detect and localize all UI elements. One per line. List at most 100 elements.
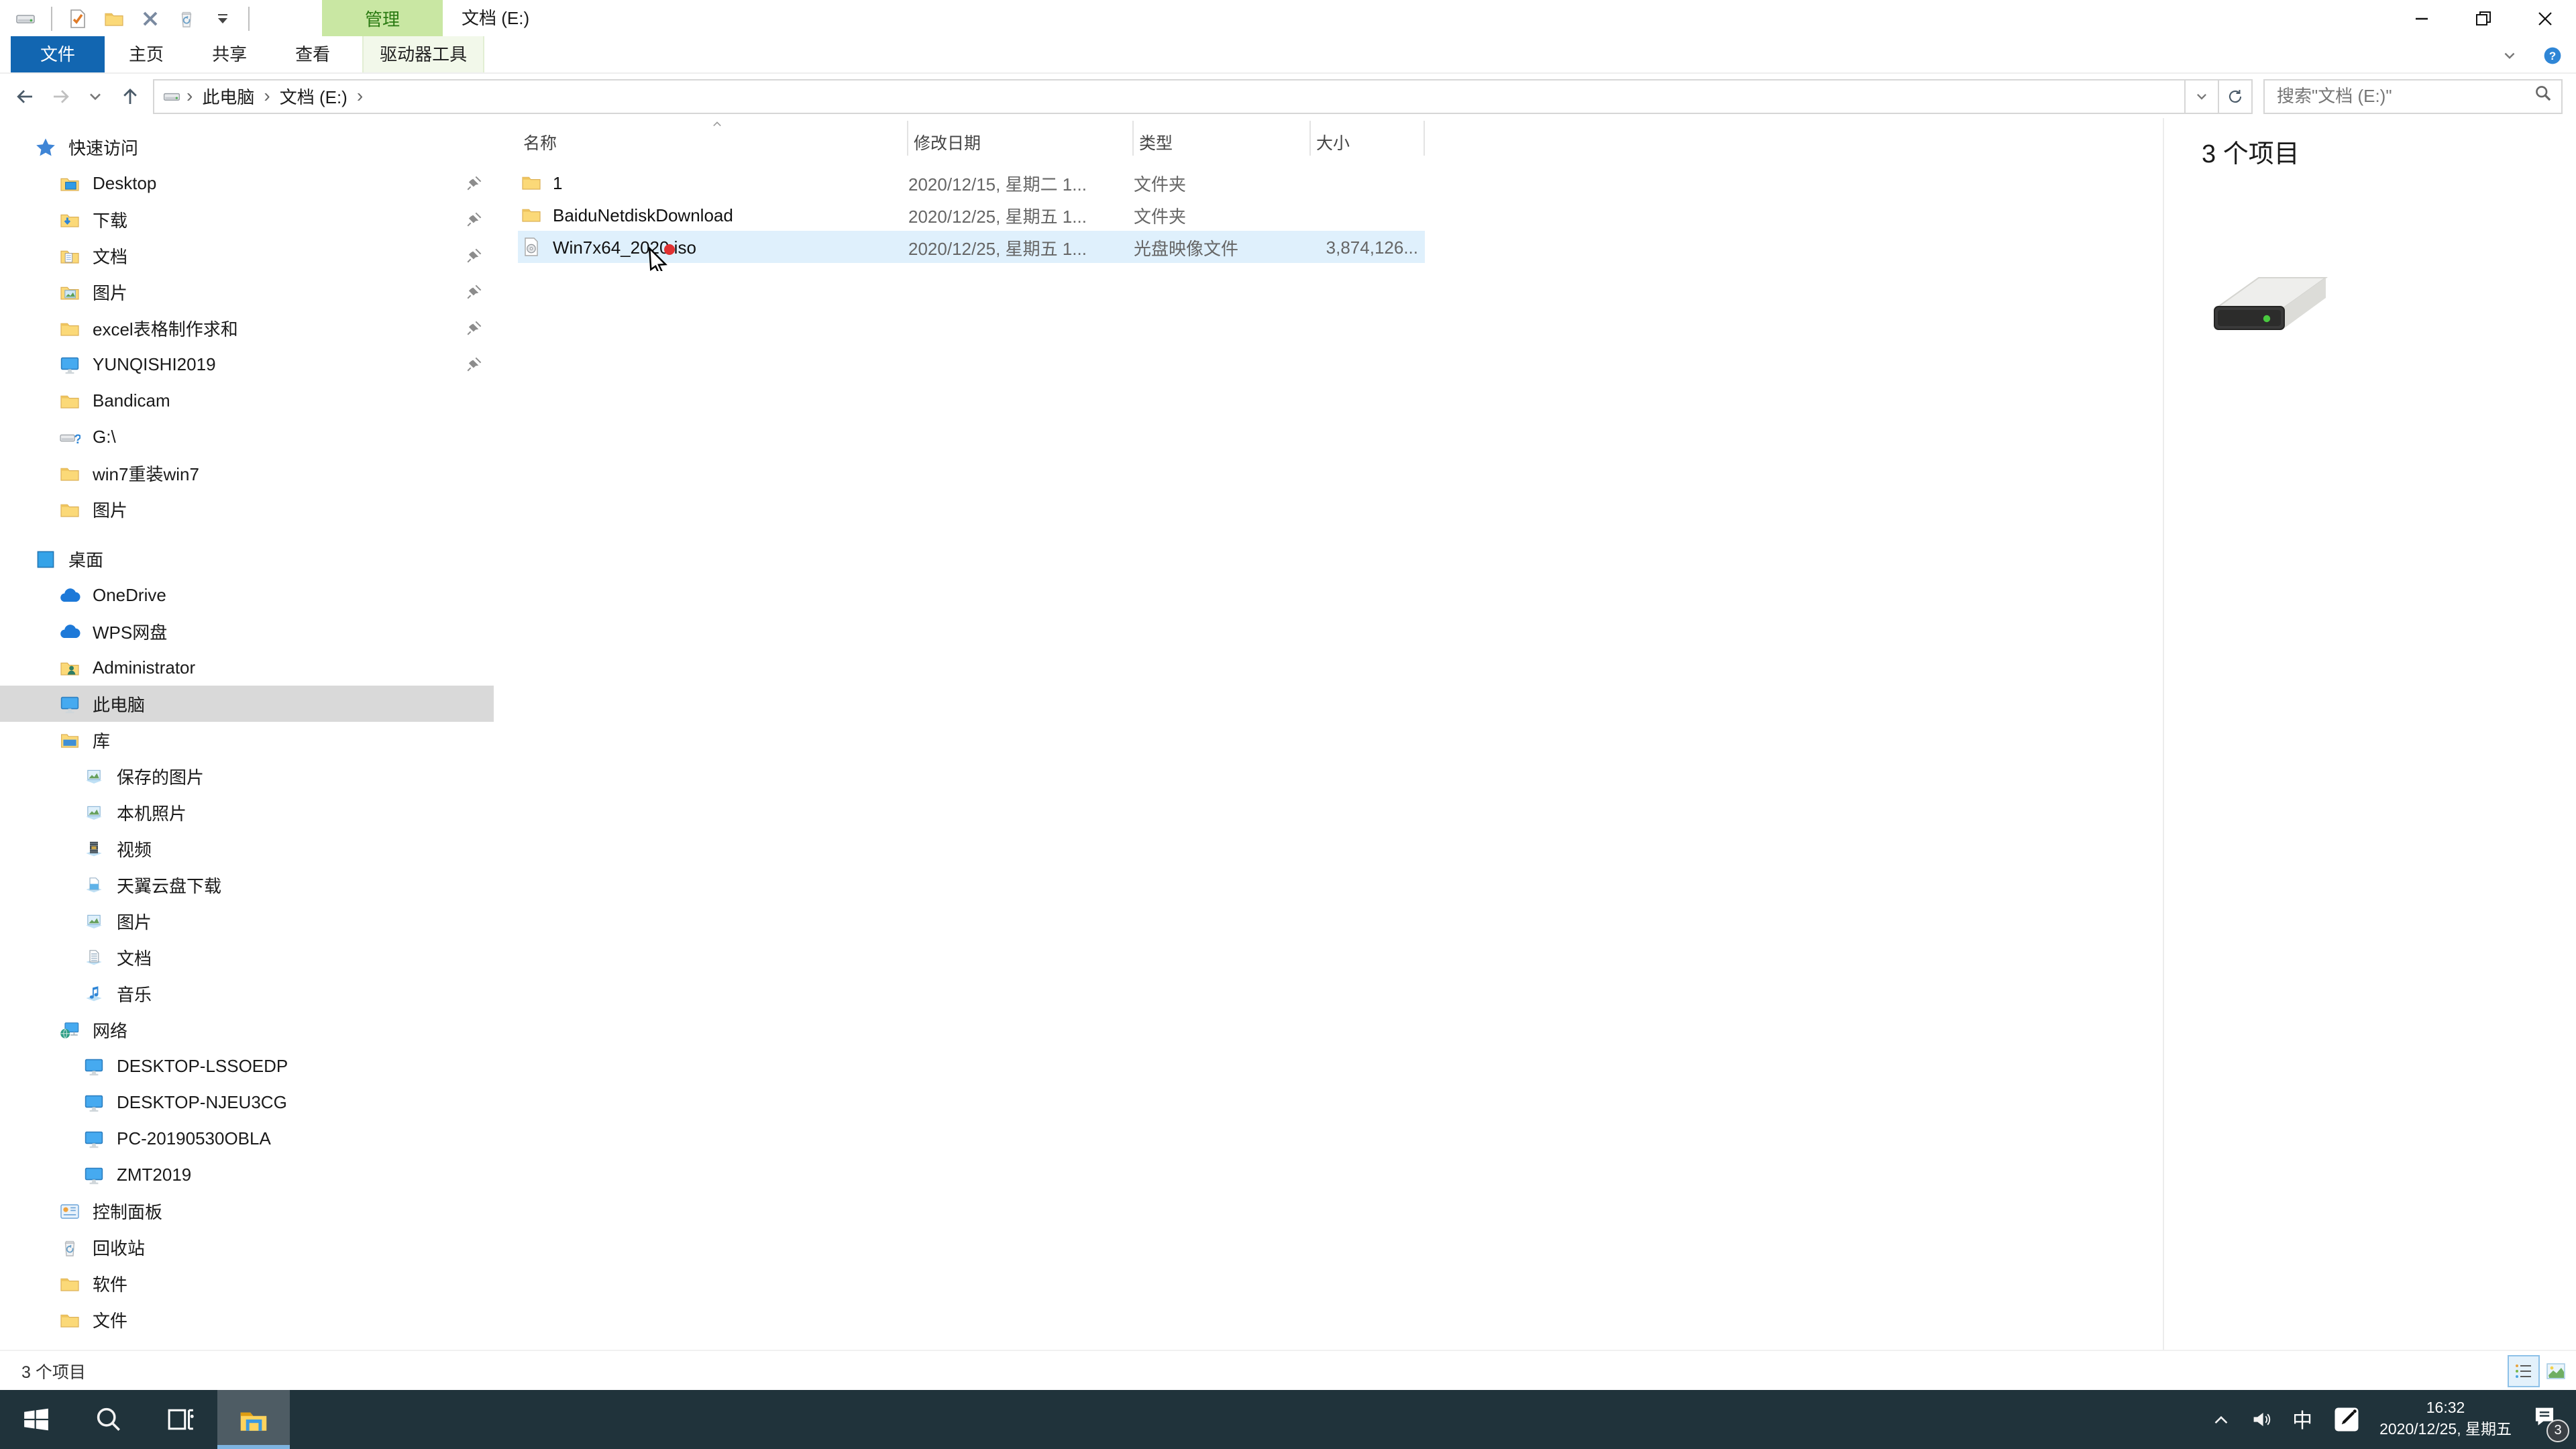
back-button[interactable]	[8, 78, 43, 113]
sidebar-item-文档[interactable]: 文档	[0, 939, 494, 975]
sidebar-item-label: 图片	[93, 283, 128, 303]
sidebar-item-YUNQISHI2019[interactable]: YUNQISHI2019	[0, 346, 494, 382]
magnifier-icon[interactable]	[2533, 83, 2553, 109]
taskbar-buttons	[0, 1390, 290, 1449]
toolbar-separator	[248, 6, 250, 30]
main-area: 快速访问 Desktop 下载 文档 图片 excel表格制作求和 YUNQISHI2019…	[0, 118, 2576, 1350]
restore-button[interactable]	[2453, 0, 2514, 36]
close-icon[interactable]	[134, 2, 166, 34]
column-header-类型[interactable]: 类型	[1134, 121, 1311, 156]
close-button[interactable]	[2514, 0, 2576, 36]
thumbnail-view-button[interactable]	[2540, 1354, 2572, 1387]
speaker-icon[interactable]	[2251, 1409, 2272, 1430]
clock-date: 2020/12/25, 星期五	[2379, 1422, 2512, 1438]
screen: 管理 文档 (E:) 文件 主页 共享 查看 驱动器工具 ? › 此电脑 › 文档 (E:) ›	[0, 0, 2576, 1449]
details-pane: 3 个项目	[2163, 118, 2576, 1350]
sidebar-item-label: DESKTOP-LSSOEDP	[117, 1056, 288, 1076]
window-controls	[2391, 0, 2576, 36]
breadcrumb-segment[interactable]: 文档 (E:)	[273, 83, 354, 109]
sidebar-item-下载[interactable]: 下载	[0, 201, 494, 237]
ribbon-tabs: 文件 主页 共享 查看 驱动器工具	[0, 36, 485, 72]
sidebar-item-天翼云盘下载[interactable]: 天翼云盘下载	[0, 867, 494, 903]
refresh-button[interactable]	[2219, 78, 2253, 113]
sidebar-item-图片[interactable]: 图片	[0, 274, 494, 310]
table-row[interactable]: BaiduNetdiskDownload 2020/12/25, 星期五 1...…	[518, 199, 1425, 231]
search-button[interactable]	[72, 1390, 145, 1449]
task-view-button[interactable]	[145, 1390, 217, 1449]
sidebar-item-桌面[interactable]: 桌面	[0, 541, 494, 577]
sidebar-item-库[interactable]: 库	[0, 722, 494, 758]
sidebar-item-PC-20190530OBLA[interactable]: PC-20190530OBLA	[0, 1120, 494, 1157]
cloud-icon	[59, 621, 86, 642]
sidebar-item-文件[interactable]: 文件	[0, 1301, 494, 1338]
sidebar-item-本机照片[interactable]: 本机照片	[0, 794, 494, 830]
search-box[interactable]	[2263, 78, 2563, 113]
checked-document-icon[interactable]	[62, 2, 94, 34]
sidebar-item-WPS网盘[interactable]: WPS网盘	[0, 613, 494, 649]
sidebar-item-G:\[interactable]: ? G:\	[0, 419, 494, 455]
table-row[interactable]: Win7x64_2020.iso 2020/12/25, 星期五 1... 光盘映像…	[518, 231, 1425, 263]
column-header-大小[interactable]: 大小	[1311, 121, 1425, 156]
sidebar-item-ZMT2019[interactable]: ZMT2019	[0, 1157, 494, 1193]
column-header-修改日期[interactable]: 修改日期	[908, 121, 1134, 156]
navigation-bar: › 此电脑 › 文档 (E:) ›	[0, 74, 2576, 118]
recycle-bin-icon[interactable]	[170, 2, 203, 34]
table-row[interactable]: 1 2020/12/15, 星期二 1... 文件夹	[518, 166, 1425, 199]
up-button[interactable]	[113, 78, 148, 113]
sidebar-item-excel表格制作求和[interactable]: excel表格制作求和	[0, 310, 494, 346]
sidebar-item-快速访问[interactable]: 快速访问	[0, 129, 494, 165]
sidebar-item-图片[interactable]: 图片	[0, 903, 494, 939]
library-pictures-icon	[83, 765, 110, 787]
hard-drive-icon	[2204, 268, 2333, 345]
file-explorer-button[interactable]	[217, 1390, 290, 1449]
sidebar-item-label: 视频	[117, 840, 152, 860]
address-bar[interactable]: › 此电脑 › 文档 (E:) ›	[153, 78, 2186, 113]
sidebar-item-DESKTOP-NJEU3CG[interactable]: DESKTOP-NJEU3CG	[0, 1084, 494, 1120]
address-dropdown-button[interactable]	[2186, 78, 2219, 113]
tab-文件[interactable]: 文件	[11, 36, 105, 72]
help-icon[interactable]: ?	[2538, 42, 2565, 68]
search-input[interactable]	[2277, 86, 2533, 106]
sidebar-item-label: 文档	[117, 949, 152, 969]
sidebar-item-回收站[interactable]: 回收站	[0, 1229, 494, 1265]
breadcrumb-chevron-icon: ›	[186, 84, 193, 105]
sidebar-item-软件[interactable]: 软件	[0, 1265, 494, 1301]
sidebar-item-OneDrive[interactable]: OneDrive	[0, 577, 494, 613]
forward-button[interactable]	[43, 78, 78, 113]
sidebar-item-Administrator[interactable]: Administrator	[0, 649, 494, 686]
sidebar-item-视频[interactable]: 视频	[0, 830, 494, 867]
sidebar-item-控制面板[interactable]: 控制面板	[0, 1193, 494, 1229]
minimize-button[interactable]	[2391, 0, 2453, 36]
sidebar-item-win7重装win7[interactable]: win7重装win7	[0, 455, 494, 491]
sidebar-item-音乐[interactable]: 音乐	[0, 975, 494, 1012]
notification-center-button[interactable]: 3	[2532, 1403, 2569, 1442]
sidebar-item-保存的图片[interactable]: 保存的图片	[0, 758, 494, 794]
dropdown-icon[interactable]	[207, 2, 239, 34]
column-header-名称[interactable]: 名称	[518, 121, 908, 156]
computer-icon	[59, 354, 86, 375]
details-view-button[interactable]	[2508, 1354, 2540, 1387]
chevron-up-icon[interactable]	[2210, 1409, 2231, 1430]
sidebar-item-此电脑[interactable]: 此电脑	[0, 686, 494, 722]
chevron-down-button[interactable]	[78, 78, 113, 113]
disc-image-icon	[518, 236, 553, 258]
sidebar-item-Desktop[interactable]: Desktop	[0, 165, 494, 201]
drive-icon[interactable]	[9, 2, 42, 34]
ime-language-indicator[interactable]: 中	[2292, 1405, 2312, 1434]
sidebar-item-文档[interactable]: 文档	[0, 237, 494, 274]
sidebar-item-网络[interactable]: 网络	[0, 1012, 494, 1048]
breadcrumb-segment[interactable]: 此电脑	[195, 83, 261, 109]
tab-驱动器工具[interactable]: 驱动器工具	[362, 36, 485, 72]
folder-icon[interactable]	[98, 2, 130, 34]
sidebar-item-Bandicam[interactable]: Bandicam	[0, 382, 494, 419]
sidebar-item-图片[interactable]: 图片	[0, 491, 494, 527]
ime-pen-icon[interactable]	[2332, 1406, 2359, 1433]
chevron-down-icon[interactable]	[2496, 42, 2522, 68]
taskbar-clock[interactable]: 16:32 2020/12/25, 星期五	[2379, 1398, 2512, 1441]
start-button[interactable]	[0, 1390, 72, 1449]
tab-查看[interactable]: 查看	[271, 36, 354, 72]
tab-共享[interactable]: 共享	[188, 36, 271, 72]
sidebar-item-label: DESKTOP-NJEU3CG	[117, 1092, 287, 1112]
sidebar-item-DESKTOP-LSSOEDP[interactable]: DESKTOP-LSSOEDP	[0, 1048, 494, 1084]
tab-主页[interactable]: 主页	[105, 36, 188, 72]
